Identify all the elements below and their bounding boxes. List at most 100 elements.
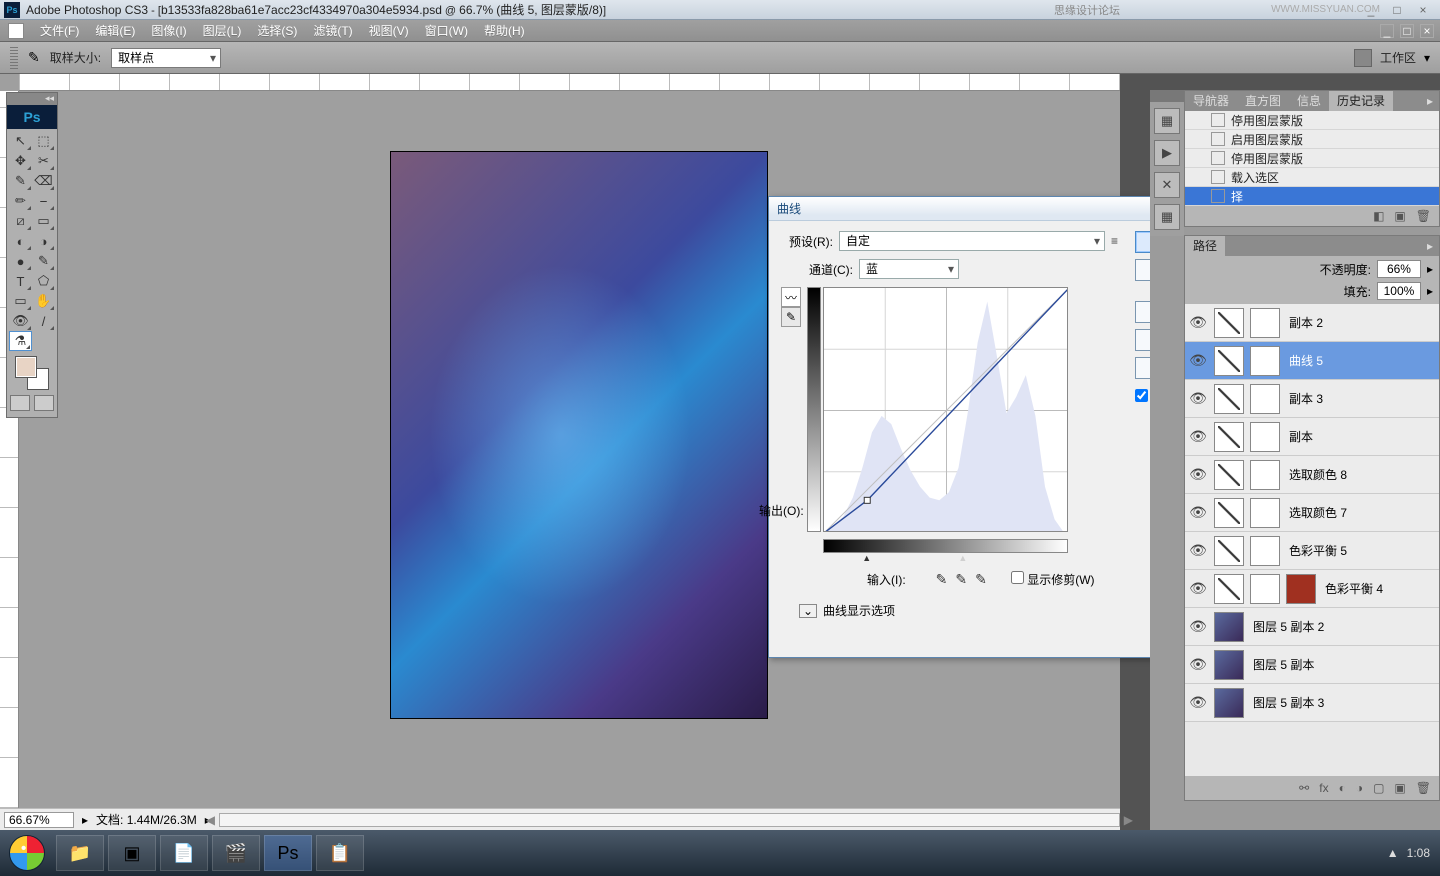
opacity-slider-arrow[interactable]: ▸ <box>1427 262 1433 276</box>
horizontal-ruler[interactable] <box>19 74 1120 91</box>
horizontal-scrollbar[interactable] <box>219 813 1120 827</box>
dock-tab[interactable] <box>1150 90 1184 102</box>
tool-button[interactable]: ✂ <box>32 151 55 171</box>
taskbar-app-icon[interactable]: ▣ <box>108 835 156 871</box>
menu-help[interactable]: 帮助(H) <box>476 22 533 39</box>
doc-close-button[interactable]: × <box>1420 24 1434 38</box>
taskbar-app-icon[interactable]: 🎬 <box>212 835 260 871</box>
panel-menu-button[interactable]: ▸ <box>1421 94 1439 108</box>
tab-layers[interactable]: 路径 <box>1185 236 1225 256</box>
tool-button[interactable]: ✎ <box>9 171 32 191</box>
layer-row[interactable]: 👁曲线 5 <box>1185 342 1439 380</box>
layer-row[interactable]: 👁选取颜色 7 <box>1185 494 1439 532</box>
curves-graph[interactable] <box>823 287 1068 532</box>
layer-row[interactable]: 👁图层 5 副本 2 <box>1185 608 1439 646</box>
standard-mode-button[interactable] <box>10 395 30 411</box>
tool-button[interactable]: ⬠ <box>32 271 55 291</box>
tool-button[interactable]: ⌫ <box>32 171 55 191</box>
visibility-toggle[interactable]: 👁 <box>1185 694 1211 711</box>
layer-row[interactable]: 👁副本 3 <box>1185 380 1439 418</box>
delete-layer-button[interactable]: 🗑 <box>1416 781 1431 795</box>
snapshot-button[interactable]: ◧ <box>1373 209 1384 223</box>
doc-minimize-button[interactable]: _ <box>1380 24 1394 38</box>
visibility-toggle[interactable]: 👁 <box>1185 580 1211 597</box>
tray-clock[interactable]: 1:08 <box>1407 846 1430 860</box>
layer-row[interactable]: 👁图层 5 副本 3 <box>1185 684 1439 722</box>
visibility-toggle[interactable]: 👁 <box>1185 542 1211 559</box>
visibility-toggle[interactable]: 👁 <box>1185 466 1211 483</box>
swatches-icon[interactable]: ▦ <box>1154 204 1180 230</box>
navigator-icon[interactable]: ▦ <box>1154 108 1180 134</box>
show-clipping-checkbox[interactable]: 显示修剪(W) <box>1011 571 1095 588</box>
quickmask-mode-button[interactable] <box>34 395 54 411</box>
tool-button[interactable]: ⬚ <box>32 131 55 151</box>
preset-dropdown[interactable]: 自定 <box>839 231 1105 251</box>
layer-row[interactable]: 👁色彩平衡 5 <box>1185 532 1439 570</box>
pencil-tool-button[interactable]: ✎ <box>781 307 801 327</box>
menu-select[interactable]: 选择(S) <box>249 22 305 39</box>
fill-slider-arrow[interactable]: ▸ <box>1427 284 1433 298</box>
layer-row[interactable]: 👁副本 <box>1185 418 1439 456</box>
new-layer-button[interactable]: ▣ <box>1394 781 1405 795</box>
layer-row[interactable]: 👁选取颜色 8 <box>1185 456 1439 494</box>
menu-view[interactable]: 视图(V) <box>361 22 417 39</box>
tool-button[interactable]: T <box>9 271 32 291</box>
group-button[interactable]: ▢ <box>1373 781 1384 795</box>
black-point-eyedropper[interactable]: ✎ <box>936 571 948 588</box>
disclosure-button[interactable]: ⌄ <box>799 604 817 618</box>
foreground-background-swatches[interactable] <box>16 357 48 389</box>
visibility-toggle[interactable]: 👁 <box>1185 390 1211 407</box>
taskbar-photoshop-icon[interactable]: Ps <box>264 835 312 871</box>
system-tray[interactable]: ▲ 1:08 <box>1387 846 1440 860</box>
history-item[interactable]: 启用图层蒙版 <box>1185 130 1439 149</box>
history-item[interactable]: 停用图层蒙版 <box>1185 149 1439 168</box>
foreground-color[interactable] <box>16 357 36 377</box>
tool-button[interactable]: ⧄ <box>9 211 32 231</box>
delete-state-button[interactable]: 🗑 <box>1416 209 1431 223</box>
sample-size-dropdown[interactable]: 取样点 <box>111 48 221 68</box>
lock-icon[interactable] <box>1354 49 1372 67</box>
tool-button[interactable]: ⚗ <box>9 331 32 351</box>
new-state-button[interactable]: ▣ <box>1394 209 1405 223</box>
tool-button[interactable]: ✎ <box>32 251 55 271</box>
history-item[interactable]: 载入选区 <box>1185 168 1439 187</box>
menu-filter[interactable]: 滤镜(T) <box>305 22 360 39</box>
tool-button[interactable]: ↖ <box>9 131 32 151</box>
tool-button[interactable]: ✥ <box>9 151 32 171</box>
taskbar-explorer-icon[interactable]: 📁 <box>56 835 104 871</box>
tab-navigator[interactable]: 导航器 <box>1185 91 1237 111</box>
white-point-eyedropper[interactable]: ✎ <box>975 571 987 588</box>
tool-button[interactable]: ▭ <box>9 291 32 311</box>
window-close-button[interactable]: × <box>1416 3 1430 17</box>
gray-point-eyedropper[interactable]: ✎ <box>955 571 967 588</box>
workspace-dropdown-arrow[interactable]: ▾ <box>1424 51 1430 65</box>
layer-row[interactable]: 👁副本 2 <box>1185 304 1439 342</box>
menu-file[interactable]: 文件(F) <box>32 22 87 39</box>
info-icon[interactable]: ✕ <box>1154 172 1180 198</box>
layer-style-button[interactable]: fx <box>1319 781 1328 795</box>
channel-dropdown[interactable]: 蓝 <box>859 259 959 279</box>
tool-button[interactable]: ✏ <box>9 191 32 211</box>
curve-edit-tool-button[interactable]: 〰 <box>781 287 801 307</box>
visibility-toggle[interactable]: 👁 <box>1185 352 1211 369</box>
layer-row[interactable]: 👁色彩平衡 4 <box>1185 570 1439 608</box>
taskbar-app-icon[interactable]: 📄 <box>160 835 208 871</box>
history-item[interactable]: 择 <box>1185 187 1439 206</box>
start-button[interactable] <box>0 830 54 876</box>
menu-edit[interactable]: 编辑(E) <box>87 22 143 39</box>
input-marker-strip[interactable]: ▲▲ <box>823 553 1068 563</box>
opacity-field[interactable]: 66% <box>1377 260 1421 278</box>
toolbox-tab[interactable]: ◂◂ <box>7 93 57 105</box>
adjustment-layer-button[interactable]: ◑ <box>1356 781 1363 795</box>
layer-mask-button[interactable]: ◐ <box>1339 781 1346 795</box>
taskbar-app-icon[interactable]: 📋 <box>316 835 364 871</box>
options-grip[interactable] <box>10 47 18 69</box>
tool-button[interactable]: ✋ <box>32 291 55 311</box>
menu-window[interactable]: 窗口(W) <box>417 22 476 39</box>
history-item[interactable]: 停用图层蒙版 <box>1185 111 1439 130</box>
visibility-toggle[interactable]: 👁 <box>1185 618 1211 635</box>
window-maximize-button[interactable]: □ <box>1390 3 1404 17</box>
tab-info[interactable]: 信息 <box>1289 91 1329 111</box>
tray-icon[interactable]: ▲ <box>1387 846 1399 860</box>
tool-button[interactable]: / <box>32 311 55 331</box>
